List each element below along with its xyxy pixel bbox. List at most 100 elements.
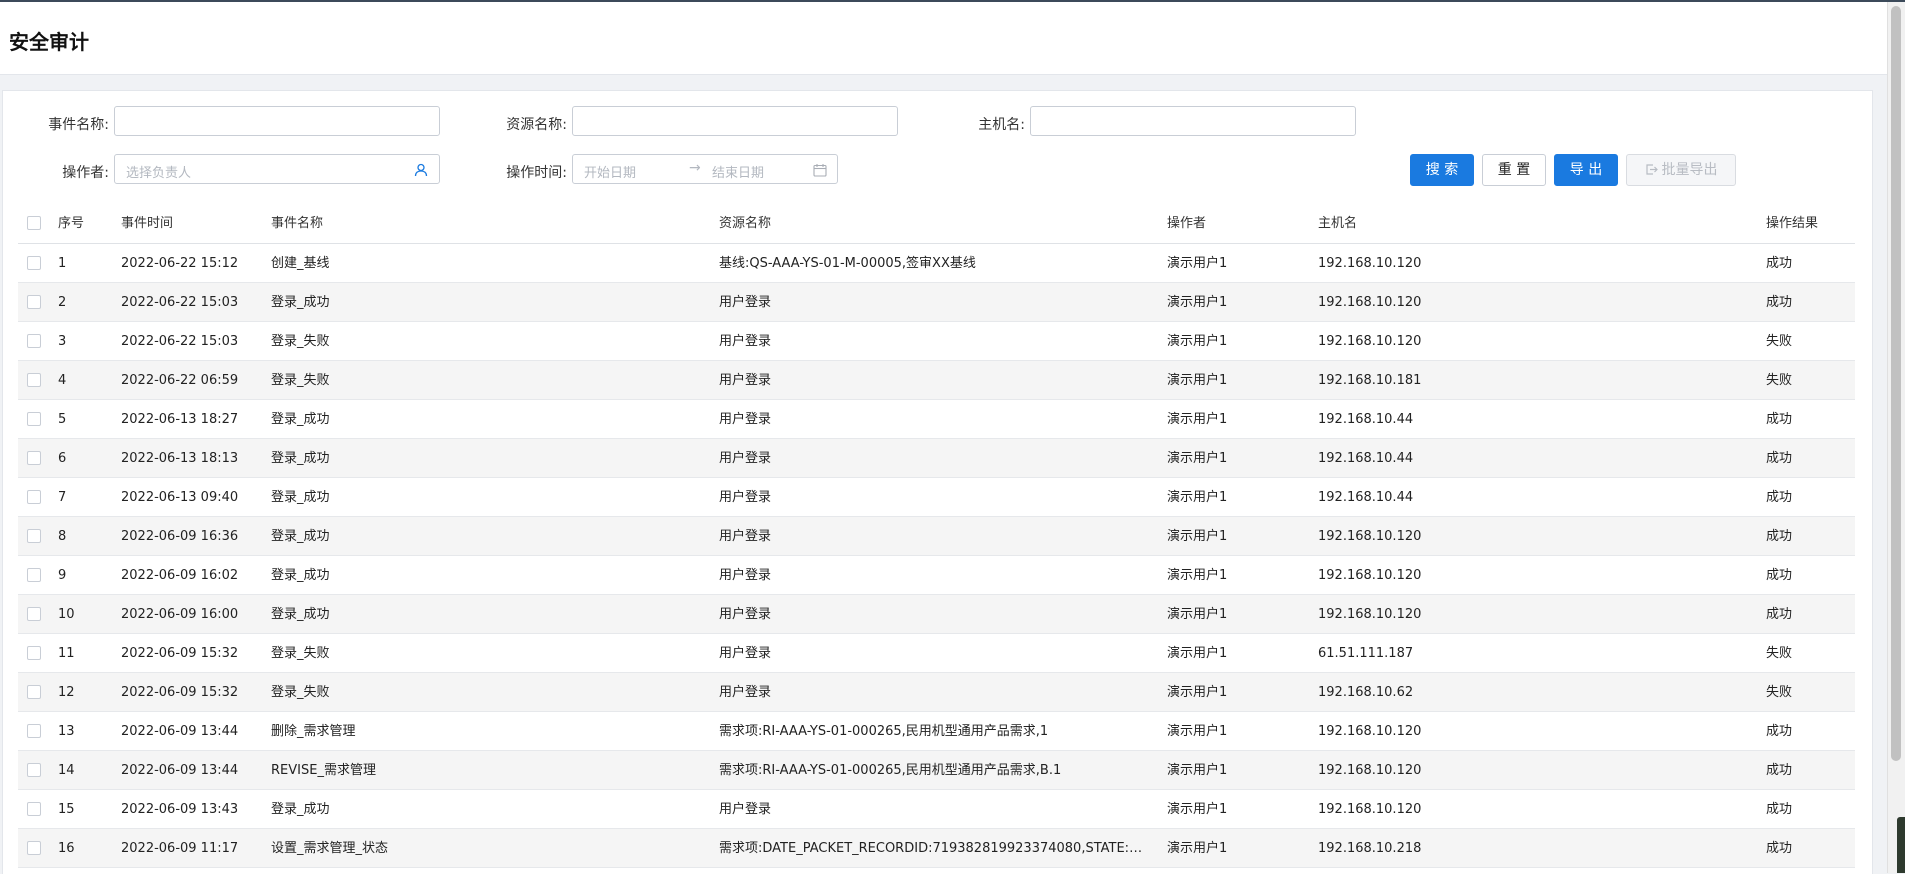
row-checkbox[interactable] [27, 412, 41, 426]
row-resource: 用户登录 [719, 646, 772, 661]
row-no: 5 [58, 412, 67, 427]
export-icon [1645, 164, 1658, 175]
row-time: 2022-06-22 15:12 [121, 256, 239, 271]
row-result: 成功 [1766, 802, 1793, 817]
row-checkbox[interactable] [27, 256, 41, 270]
row-no: 13 [58, 724, 75, 739]
row-no: 7 [58, 490, 67, 505]
table-row[interactable]: 3 2022-06-22 15:03 登录_失败 用户登录 演示用户1 192.168.1… [18, 322, 1855, 361]
table-row[interactable]: 13 2022-06-09 13:44 删除_需求管理 需求项:RI-AAA-YS-0… [18, 712, 1855, 751]
row-checkbox[interactable] [27, 724, 41, 738]
event-name-input[interactable] [114, 106, 440, 136]
table-row[interactable]: 9 2022-06-09 16:02 登录_成功 用户登录 演示用户1 192.168.1… [18, 556, 1855, 595]
table-row[interactable]: 10 2022-06-09 16:00 登录_成功 用户登录 演示用户1 192.168.… [18, 595, 1855, 634]
row-operator: 演示用户1 [1167, 646, 1228, 661]
row-time: 2022-06-09 13:44 [121, 763, 239, 778]
row-no: 12 [58, 685, 75, 700]
row-result: 成功 [1766, 412, 1793, 427]
resource-name-input[interactable] [572, 106, 898, 136]
table-header-row: 序号 事件时间 事件名称 资源名称 操作者 主机名 操作结果 [18, 204, 1855, 244]
row-checkbox[interactable] [27, 334, 41, 348]
row-checkbox[interactable] [27, 373, 41, 387]
row-operator: 演示用户1 [1167, 412, 1228, 427]
operator-label: 操作者: [62, 165, 109, 181]
row-resource: 用户登录 [719, 334, 772, 349]
row-operator: 演示用户1 [1167, 841, 1228, 856]
table-row[interactable]: 2 2022-06-22 15:03 登录_成功 用户登录 演示用户1 192.168.1… [18, 283, 1855, 322]
row-event: 登录_成功 [271, 412, 330, 427]
row-host: 192.168.10.44 [1318, 451, 1414, 466]
search-button[interactable]: 搜 索 [1410, 154, 1474, 186]
row-operator: 演示用户1 [1167, 685, 1228, 700]
table-row[interactable]: 1 2022-06-22 15:12 创建_基线 基线:QS-AAA-YS-01-M-… [18, 244, 1855, 283]
select-all-checkbox[interactable] [27, 216, 41, 230]
row-result: 失败 [1766, 646, 1793, 661]
event-name-label: 事件名称: [48, 117, 109, 133]
table-row[interactable]: 12 2022-06-09 15:32 登录_失败 用户登录 演示用户1 192.168.… [18, 673, 1855, 712]
row-resource: 用户登录 [719, 529, 772, 544]
row-checkbox[interactable] [27, 802, 41, 816]
table-row[interactable]: 5 2022-06-13 18:27 登录_成功 用户登录 演示用户1 192.168.1… [18, 400, 1855, 439]
row-time: 2022-06-22 15:03 [121, 295, 239, 310]
export-button[interactable]: 导 出 [1554, 154, 1618, 186]
op-time-range-picker[interactable]: 开始日期 → 结束日期 [572, 154, 838, 184]
end-date-input[interactable]: 结束日期 [712, 162, 764, 181]
row-result: 成功 [1766, 490, 1793, 505]
row-resource: 用户登录 [719, 373, 772, 388]
row-result: 成功 [1766, 607, 1793, 622]
user-icon[interactable] [414, 163, 428, 177]
host-name-input[interactable] [1030, 106, 1356, 136]
row-host: 192.168.10.120 [1318, 529, 1422, 544]
row-checkbox[interactable] [27, 685, 41, 699]
row-operator: 演示用户1 [1167, 334, 1228, 349]
start-date-input[interactable]: 开始日期 [584, 162, 636, 181]
row-host: 192.168.10.120 [1318, 802, 1422, 817]
row-host: 192.168.10.44 [1318, 490, 1414, 505]
row-host: 192.168.10.120 [1318, 724, 1422, 739]
batch-export-button[interactable]: 批量导出 [1626, 154, 1736, 186]
column-header-host: 主机名 [1318, 216, 1358, 231]
row-checkbox[interactable] [27, 295, 41, 309]
row-result: 成功 [1766, 841, 1793, 856]
row-no: 3 [58, 334, 67, 349]
row-checkbox[interactable] [27, 841, 41, 855]
row-checkbox[interactable] [27, 490, 41, 504]
row-checkbox[interactable] [27, 451, 41, 465]
reset-button[interactable]: 重 置 [1482, 154, 1546, 186]
table-row[interactable]: 8 2022-06-09 16:36 登录_成功 用户登录 演示用户1 192.168.1… [18, 517, 1855, 556]
table-row[interactable]: 11 2022-06-09 15:32 登录_失败 用户登录 演示用户1 61.51.11… [18, 634, 1855, 673]
row-time: 2022-06-09 11:17 [121, 841, 239, 856]
row-time: 2022-06-22 06:59 [121, 373, 239, 388]
row-result: 成功 [1766, 568, 1793, 583]
operator-select[interactable]: 选择负责人 [114, 154, 440, 184]
row-checkbox[interactable] [27, 646, 41, 660]
row-result: 失败 [1766, 334, 1793, 349]
row-time: 2022-06-09 15:32 [121, 685, 239, 700]
vertical-scrollbar[interactable] [1887, 2, 1905, 873]
row-event: 登录_成功 [271, 802, 330, 817]
operator-placeholder: 选择负责人 [126, 166, 192, 181]
calendar-icon[interactable] [813, 163, 827, 177]
table-row[interactable]: 6 2022-06-13 18:13 登录_成功 用户登录 演示用户1 192.168.1… [18, 439, 1855, 478]
row-time: 2022-06-09 16:02 [121, 568, 239, 583]
row-checkbox[interactable] [27, 529, 41, 543]
row-result: 成功 [1766, 724, 1793, 739]
table-row[interactable]: 7 2022-06-13 09:40 登录_成功 用户登录 演示用户1 192.168.1… [18, 478, 1855, 517]
row-checkbox[interactable] [27, 607, 41, 621]
scrollbar-thumb[interactable] [1891, 6, 1901, 761]
row-event: 登录_成功 [271, 568, 330, 583]
row-event: 登录_失败 [271, 334, 330, 349]
table-row[interactable]: 15 2022-06-09 13:43 登录_成功 用户登录 演示用户1 192.168.… [18, 790, 1855, 829]
audit-table: 序号 事件时间 事件名称 资源名称 操作者 主机名 操作结果 1 2022-06-… [18, 204, 1855, 868]
row-operator: 演示用户1 [1167, 373, 1228, 388]
row-checkbox[interactable] [27, 763, 41, 777]
row-resource: 用户登录 [719, 568, 772, 583]
row-host: 192.168.10.120 [1318, 607, 1422, 622]
table-row[interactable]: 16 2022-06-09 11:17 设置_需求管理_状态 需求项:DATE_PAC… [18, 829, 1855, 868]
row-checkbox[interactable] [27, 568, 41, 582]
row-operator: 演示用户1 [1167, 724, 1228, 739]
row-event: 登录_成功 [271, 451, 330, 466]
table-row[interactable]: 14 2022-06-09 13:44 REVISE_需求管理 需求项:RI-AAA-… [18, 751, 1855, 790]
row-resource: 用户登录 [719, 412, 772, 427]
table-row[interactable]: 4 2022-06-22 06:59 登录_失败 用户登录 演示用户1 192.168.1… [18, 361, 1855, 400]
